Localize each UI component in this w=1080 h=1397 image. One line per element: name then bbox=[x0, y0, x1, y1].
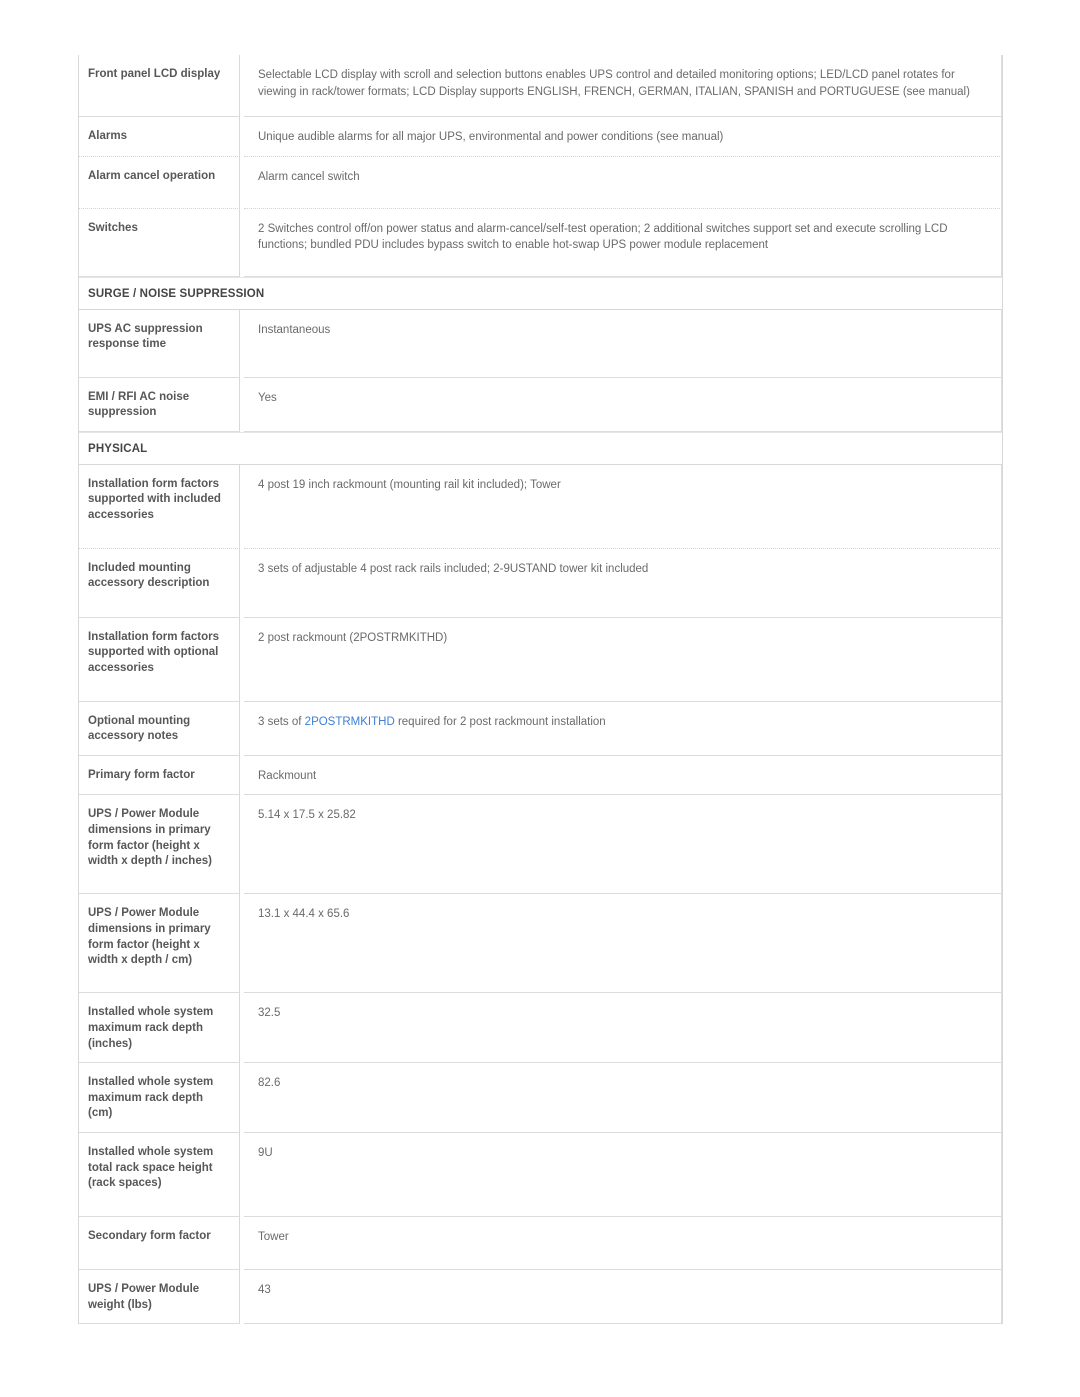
product-link-optional-mounting-accessory-notes[interactable]: 2POSTRMKITHD bbox=[305, 716, 395, 728]
spec-row-installed-system-max-rack-depth-inches: Installed whole system maximum rack dept… bbox=[79, 993, 1002, 1064]
spec-row-optional-mounting-accessory-notes: Optional mounting accessory notes 3 sets … bbox=[79, 701, 1002, 756]
spec-value-ups-power-module-dimensions-inches: 5.14 x 17.5 x 25.82 bbox=[244, 795, 1002, 895]
spec-value-prefix-optional-mounting-accessory-notes: 3 sets of bbox=[258, 715, 305, 728]
spec-label-alarm-cancel-operation: Alarm cancel operation bbox=[79, 156, 240, 209]
spec-row-installation-form-factors-included: Installation form factors supported with… bbox=[79, 464, 1002, 549]
spec-label-optional-mounting-accessory-notes: Optional mounting accessory notes bbox=[79, 701, 240, 756]
spec-label-primary-form-factor: Primary form factor bbox=[79, 755, 240, 796]
spec-value-ups-power-module-weight-lbs: 43 bbox=[244, 1269, 1002, 1325]
spec-row-secondary-form-factor: Secondary form factor Tower bbox=[79, 1216, 1002, 1270]
spec-row-ups-power-module-dimensions-cm: UPS / Power Module dimensions in primary… bbox=[79, 894, 1002, 994]
spec-label-installed-system-max-rack-depth-cm: Installed whole system maximum rack dept… bbox=[79, 1063, 240, 1133]
spec-label-ups-power-module-dimensions-cm: UPS / Power Module dimensions in primary… bbox=[79, 894, 240, 994]
specifications-table: Front panel LCD display Selectable LCD di… bbox=[78, 55, 1003, 1325]
spec-label-emi-rfi-ac-noise-suppression: EMI / RFI AC noise suppression bbox=[79, 377, 240, 432]
spec-row-primary-form-factor: Primary form factor Rackmount bbox=[79, 755, 1002, 796]
spec-row-switches: Switches 2 Switches control off/on power … bbox=[79, 208, 1002, 277]
spec-sheet-page: Front panel LCD display Selectable LCD di… bbox=[0, 0, 1080, 1397]
spec-value-installed-system-max-rack-depth-inches: 32.5 bbox=[244, 993, 1002, 1064]
spec-value-included-mounting-accessory-description: 3 sets of adjustable 4 post rack rails i… bbox=[244, 548, 1002, 618]
spec-value-front-panel-lcd-display: Selectable LCD display with scroll and s… bbox=[244, 55, 1002, 117]
spec-label-ups-power-module-weight-lbs: UPS / Power Module weight (lbs) bbox=[79, 1269, 240, 1325]
spec-value-installed-system-total-rack-space-height: 9U bbox=[244, 1132, 1002, 1217]
spec-label-front-panel-lcd-display: Front panel LCD display bbox=[79, 55, 240, 117]
spec-value-alarm-cancel-operation: Alarm cancel switch bbox=[244, 156, 1002, 209]
spec-value-optional-mounting-accessory-notes: 3 sets of 2POSTRMKITHD required for 2 po… bbox=[244, 701, 1002, 756]
spec-row-installed-system-total-rack-space-height: Installed whole system total rack space … bbox=[79, 1132, 1002, 1217]
spec-label-ups-power-module-dimensions-inches: UPS / Power Module dimensions in primary… bbox=[79, 795, 240, 895]
spec-value-installed-system-max-rack-depth-cm: 82.6 bbox=[244, 1063, 1002, 1133]
spec-row-emi-rfi-ac-noise-suppression: EMI / RFI AC noise suppression Yes bbox=[79, 377, 1002, 432]
spec-label-included-mounting-accessory-description: Included mounting accessory description bbox=[79, 548, 240, 618]
section-header-physical: PHYSICAL bbox=[79, 431, 1002, 465]
spec-label-switches: Switches bbox=[79, 208, 240, 277]
spec-value-alarms: Unique audible alarms for all major UPS,… bbox=[244, 117, 1002, 157]
spec-label-ups-ac-suppression-response-time: UPS AC suppression response time bbox=[79, 309, 240, 378]
spec-row-installed-system-max-rack-depth-cm: Installed whole system maximum rack dept… bbox=[79, 1063, 1002, 1133]
spec-value-primary-form-factor: Rackmount bbox=[244, 755, 1002, 796]
spec-row-alarm-cancel-operation: Alarm cancel operation Alarm cancel switc… bbox=[79, 156, 1002, 209]
spec-value-installation-form-factors-optional: 2 post rackmount (2POSTRMKITHD) bbox=[244, 617, 1002, 702]
spec-label-secondary-form-factor: Secondary form factor bbox=[79, 1216, 240, 1270]
spec-row-included-mounting-accessory-description: Included mounting accessory description 3… bbox=[79, 548, 1002, 618]
spec-label-alarms: Alarms bbox=[79, 117, 240, 157]
spec-value-ups-power-module-dimensions-cm: 13.1 x 44.4 x 65.6 bbox=[244, 894, 1002, 994]
spec-value-suffix-optional-mounting-accessory-notes: required for 2 post rackmount installati… bbox=[394, 715, 606, 728]
spec-value-emi-rfi-ac-noise-suppression: Yes bbox=[244, 377, 1002, 432]
section-header-surge-noise-suppression: SURGE / NOISE SUPPRESSION bbox=[79, 276, 1002, 310]
spec-value-secondary-form-factor: Tower bbox=[244, 1216, 1002, 1270]
spec-row-ups-power-module-dimensions-inches: UPS / Power Module dimensions in primary… bbox=[79, 795, 1002, 895]
spec-row-ups-power-module-weight-lbs: UPS / Power Module weight (lbs) 43 bbox=[79, 1269, 1002, 1325]
spec-label-installed-system-total-rack-space-height: Installed whole system total rack space … bbox=[79, 1132, 240, 1217]
spec-label-installed-system-max-rack-depth-inches: Installed whole system maximum rack dept… bbox=[79, 993, 240, 1064]
spec-value-ups-ac-suppression-response-time: Instantaneous bbox=[244, 309, 1002, 378]
spec-row-alarms: Alarms Unique audible alarms for all majo… bbox=[79, 117, 1002, 157]
spec-value-installation-form-factors-included: 4 post 19 inch rackmount (mounting rail … bbox=[244, 464, 1002, 549]
spec-row-front-panel-lcd-display: Front panel LCD display Selectable LCD di… bbox=[79, 55, 1002, 117]
spec-row-ups-ac-suppression-response-time: UPS AC suppression response time Instanta… bbox=[79, 309, 1002, 378]
spec-label-installation-form-factors-included: Installation form factors supported with… bbox=[79, 464, 240, 549]
spec-label-installation-form-factors-optional: Installation form factors supported with… bbox=[79, 617, 240, 702]
spec-value-switches: 2 Switches control off/on power status a… bbox=[244, 208, 1002, 277]
spec-row-installation-form-factors-optional: Installation form factors supported with… bbox=[79, 617, 1002, 702]
